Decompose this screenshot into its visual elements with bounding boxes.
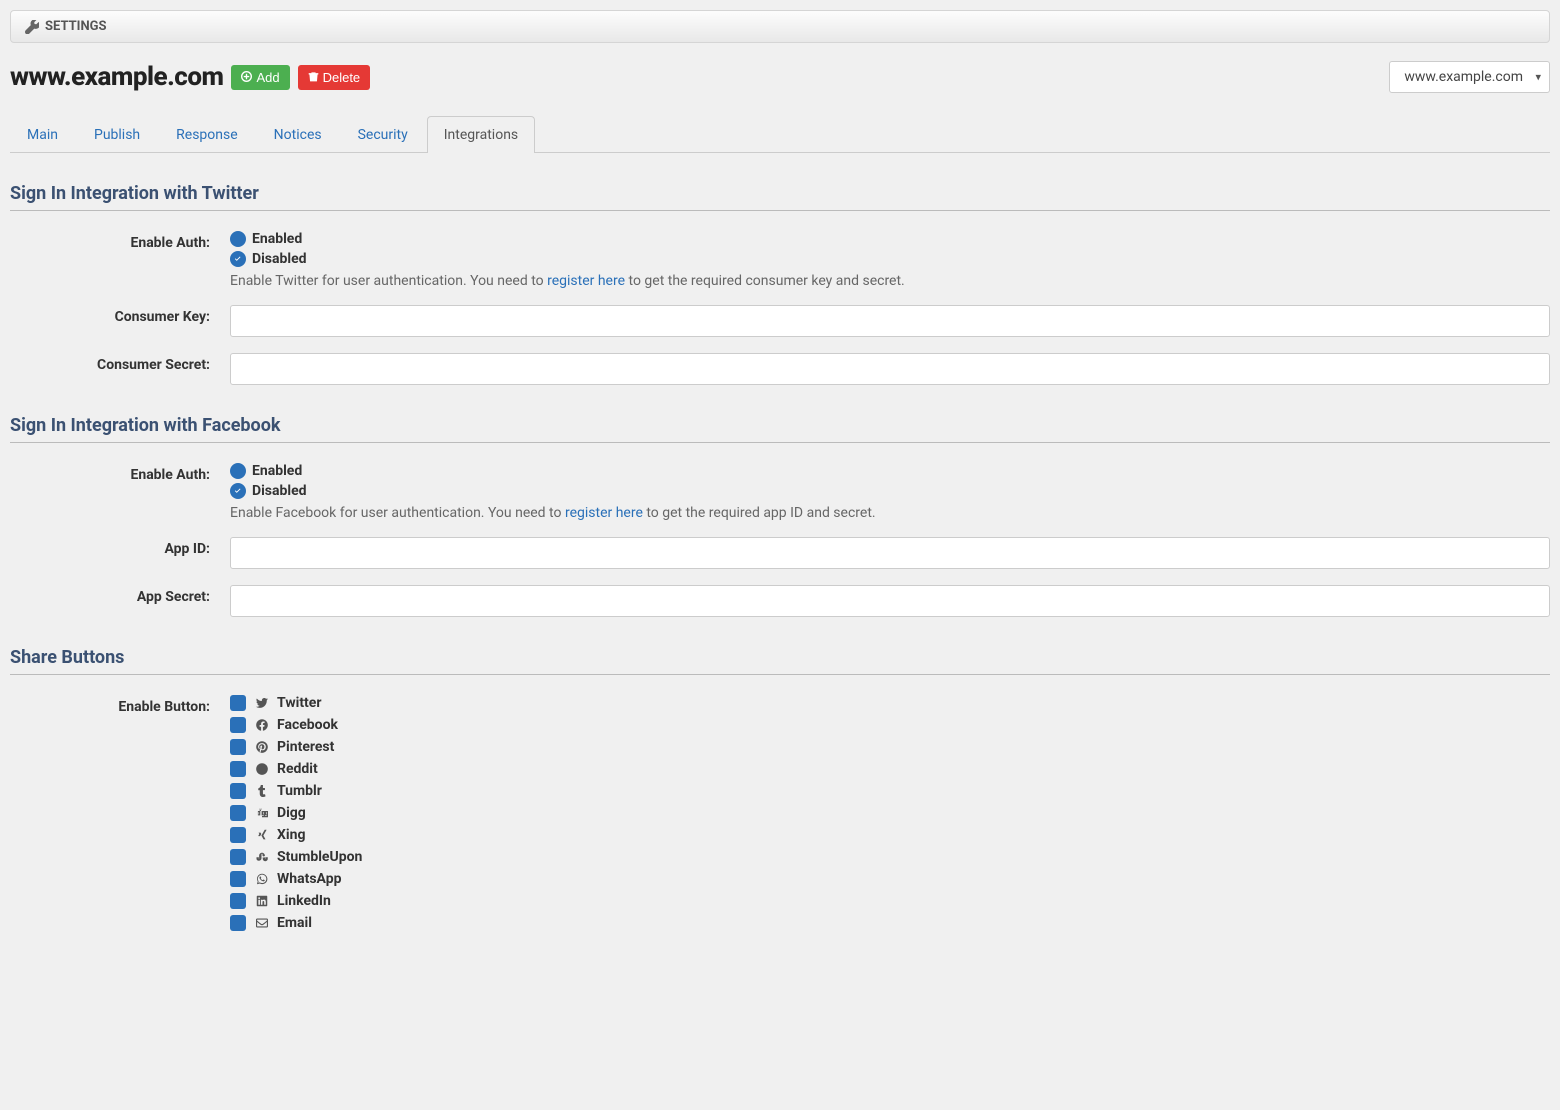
radio-label: Enabled — [252, 231, 302, 247]
panel-title: SETTINGS — [45, 19, 107, 34]
share-twitter-checkbox[interactable]: Twitter — [230, 695, 1550, 711]
radio-icon — [230, 231, 246, 247]
domain-selector-value: www.example.com — [1404, 69, 1523, 85]
trash-icon — [308, 70, 319, 85]
tab-publish[interactable]: Publish — [77, 116, 157, 153]
share-label: Tumblr — [277, 783, 322, 799]
checkbox-icon — [230, 695, 246, 711]
delete-button[interactable]: Delete — [298, 65, 371, 90]
wrench-icon — [25, 20, 39, 34]
section-twitter-title: Sign In Integration with Twitter — [10, 183, 1550, 204]
checkbox-icon — [230, 783, 246, 799]
checkbox-icon — [230, 805, 246, 821]
stumbleupon-icon — [254, 850, 269, 865]
tab-main[interactable]: Main — [10, 116, 75, 153]
radio-label: Disabled — [252, 251, 307, 267]
share-tumblr-checkbox[interactable]: Tumblr — [230, 783, 1550, 799]
section-divider — [10, 442, 1550, 443]
facebook-disabled-radio[interactable]: Disabled — [230, 483, 1550, 499]
twitter-enable-label: Enable Auth: — [10, 231, 210, 251]
checkbox-icon — [230, 893, 246, 909]
share-linkedin-checkbox[interactable]: LinkedIn — [230, 893, 1550, 909]
radio-label: Disabled — [252, 483, 307, 499]
app-secret-input[interactable] — [230, 585, 1550, 617]
share-label: Twitter — [277, 695, 321, 711]
app-id-input[interactable] — [230, 537, 1550, 569]
share-label: Pinterest — [277, 739, 334, 755]
radio-icon — [230, 463, 246, 479]
checkbox-icon — [230, 871, 246, 887]
domain-title: www.example.com — [10, 62, 223, 92]
section-share-title: Share Buttons — [10, 647, 1550, 668]
twitter-icon — [254, 696, 269, 711]
tumblr-icon — [254, 784, 269, 799]
share-label: StumbleUpon — [277, 849, 362, 865]
consumer-secret-input[interactable] — [230, 353, 1550, 385]
email-icon — [254, 916, 269, 931]
twitter-disabled-radio[interactable]: Disabled — [230, 251, 1550, 267]
twitter-enabled-radio[interactable]: Enabled — [230, 231, 1550, 247]
linkedin-icon — [254, 894, 269, 909]
checkbox-icon — [230, 739, 246, 755]
section-divider — [10, 674, 1550, 675]
tab-security[interactable]: Security — [341, 116, 425, 153]
xing-icon — [254, 828, 269, 843]
facebook-icon — [254, 718, 269, 733]
consumer-secret-label: Consumer Secret: — [10, 353, 210, 373]
share-email-checkbox[interactable]: Email — [230, 915, 1550, 931]
facebook-help: Enable Facebook for user authentication.… — [230, 505, 1550, 521]
section-facebook-title: Sign In Integration with Facebook — [10, 415, 1550, 436]
checkbox-icon — [230, 915, 246, 931]
facebook-enable-label: Enable Auth: — [10, 463, 210, 483]
share-digg-checkbox[interactable]: Digg — [230, 805, 1550, 821]
twitter-register-link[interactable]: register here — [547, 273, 625, 289]
share-label: Digg — [277, 805, 306, 821]
facebook-enabled-radio[interactable]: Enabled — [230, 463, 1550, 479]
app-id-label: App ID: — [10, 537, 210, 557]
reddit-icon — [254, 762, 269, 777]
share-reddit-checkbox[interactable]: Reddit — [230, 761, 1550, 777]
add-label: Add — [256, 70, 279, 85]
digg-icon — [254, 806, 269, 821]
section-divider — [10, 210, 1550, 211]
tab-response[interactable]: Response — [159, 116, 255, 153]
twitter-help: Enable Twitter for user authentication. … — [230, 273, 1550, 289]
share-label: Email — [277, 915, 312, 931]
checkbox-icon — [230, 849, 246, 865]
share-label: Xing — [277, 827, 305, 843]
share-label: LinkedIn — [277, 893, 331, 909]
tab-integrations[interactable]: Integrations — [427, 116, 535, 153]
consumer-key-label: Consumer Key: — [10, 305, 210, 325]
whatsapp-icon — [254, 872, 269, 887]
share-xing-checkbox[interactable]: Xing — [230, 827, 1550, 843]
share-whatsapp-checkbox[interactable]: WhatsApp — [230, 871, 1550, 887]
delete-label: Delete — [323, 70, 361, 85]
share-label: WhatsApp — [277, 871, 341, 887]
tabs: Main Publish Response Notices Security I… — [10, 115, 1550, 153]
share-label: Facebook — [277, 717, 338, 733]
share-facebook-checkbox[interactable]: Facebook — [230, 717, 1550, 733]
radio-checked-icon — [230, 483, 246, 499]
checkbox-icon — [230, 717, 246, 733]
checkbox-icon — [230, 827, 246, 843]
tab-notices[interactable]: Notices — [257, 116, 339, 153]
share-pinterest-checkbox[interactable]: Pinterest — [230, 739, 1550, 755]
app-secret-label: App Secret: — [10, 585, 210, 605]
domain-selector[interactable]: www.example.com — [1389, 61, 1550, 93]
radio-label: Enabled — [252, 463, 302, 479]
share-label: Reddit — [277, 761, 318, 777]
radio-checked-icon — [230, 251, 246, 267]
add-button[interactable]: Add — [231, 65, 289, 90]
panel-header: SETTINGS — [10, 10, 1550, 43]
share-stumbleupon-checkbox[interactable]: StumbleUpon — [230, 849, 1550, 865]
plus-icon — [241, 70, 252, 85]
consumer-key-input[interactable] — [230, 305, 1550, 337]
facebook-register-link[interactable]: register here — [565, 505, 643, 521]
enable-button-label: Enable Button: — [10, 695, 210, 715]
title-row: www.example.com Add Delete www.example.c… — [10, 61, 1550, 93]
pinterest-icon — [254, 740, 269, 755]
checkbox-icon — [230, 761, 246, 777]
